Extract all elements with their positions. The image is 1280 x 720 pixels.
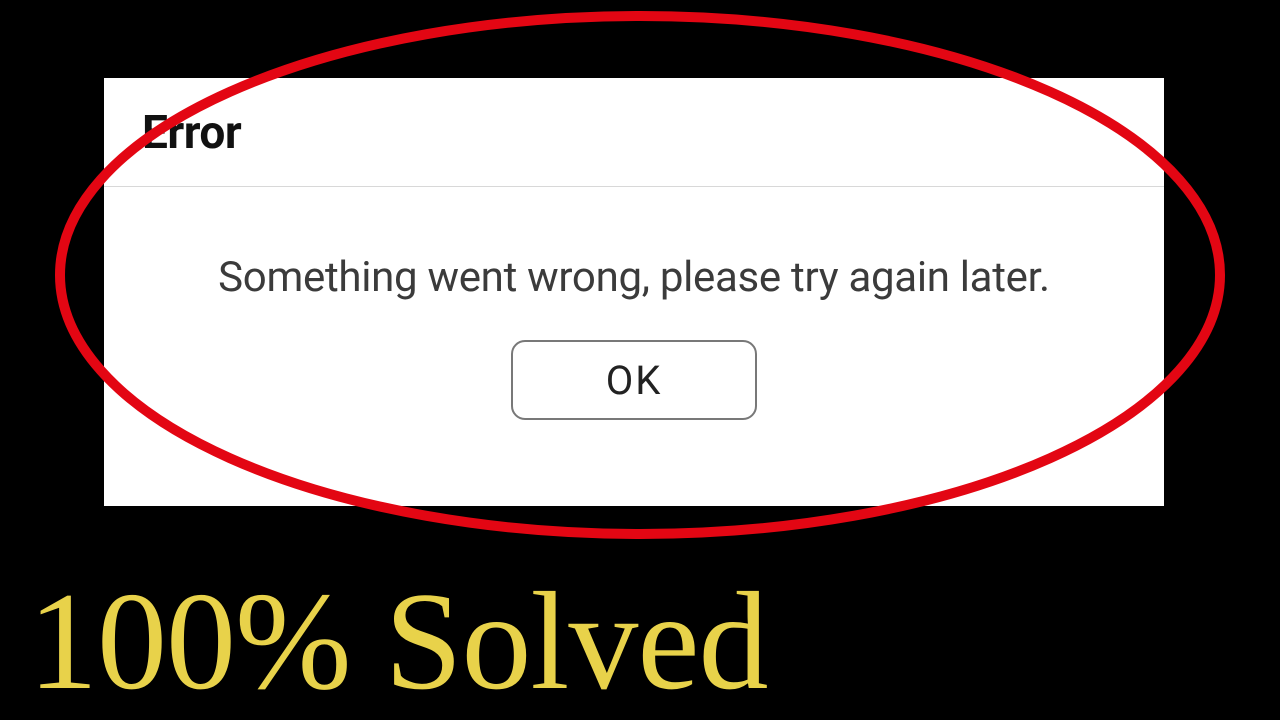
dialog-header: Error [104, 78, 1164, 187]
dialog-message: Something went wrong, please try again l… [218, 253, 1050, 302]
ok-button[interactable]: OK [511, 340, 757, 420]
error-dialog: Error Something went wrong, please try a… [104, 78, 1164, 506]
solved-caption: 100% Solved [28, 572, 768, 712]
dialog-title: Error [142, 106, 1126, 160]
dialog-body: Something went wrong, please try again l… [104, 187, 1164, 506]
